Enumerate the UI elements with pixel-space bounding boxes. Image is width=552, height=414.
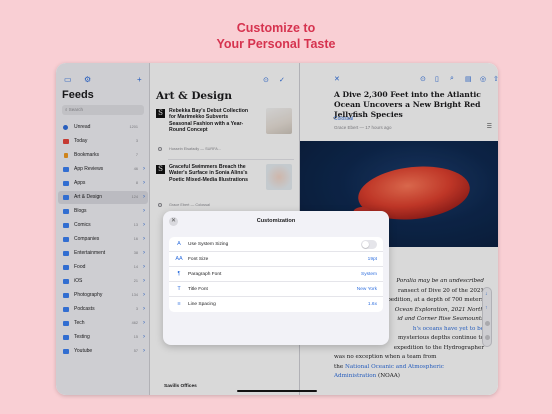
home-indicator xyxy=(237,390,317,392)
font-size-row[interactable]: AA Font Size 19pt xyxy=(169,252,383,267)
row-label: Title Font xyxy=(188,287,208,292)
row-label: Line Spacing xyxy=(188,302,216,307)
row-label: Use System Sizing xyxy=(188,242,229,247)
row-label: Font Size xyxy=(188,257,209,262)
row-label: Paragraph Font xyxy=(188,272,222,277)
title-font-icon: T xyxy=(177,286,181,292)
customization-options: A Use System Sizing AA Font Size 19pt ¶ … xyxy=(169,237,383,312)
system-sizing-toggle[interactable] xyxy=(361,240,377,249)
line-spacing-icon: ≡ xyxy=(177,301,181,307)
row-value: System xyxy=(361,272,377,277)
customization-sheet: ✕ Customization A Use System Sizing AA F… xyxy=(163,211,389,345)
system-sizing-icon: A xyxy=(177,241,181,247)
use-system-sizing-row[interactable]: A Use System Sizing xyxy=(169,237,383,252)
paragraph-font-row[interactable]: ¶ Paragraph Font System xyxy=(169,267,383,282)
headline-line-1: Customize to xyxy=(236,21,316,35)
row-value: 19pt xyxy=(367,257,377,262)
sheet-title: Customization xyxy=(256,218,296,224)
ipad-screen: 9:41 Fri Aug 13 100% ▬ ▭ ⚙ + Feeds ⌕ Sea… xyxy=(56,63,498,395)
paragraph-icon: ¶ xyxy=(177,271,181,277)
line-spacing-row[interactable]: ≡ Line Spacing 1.6x xyxy=(169,297,383,312)
row-value: 1.6x xyxy=(367,302,377,307)
font-size-icon: AA xyxy=(175,256,183,262)
headline: Customize to Your Personal Taste xyxy=(0,20,552,52)
row-value: New York xyxy=(356,287,377,292)
title-font-row[interactable]: T Title Font New York xyxy=(169,282,383,297)
toggle-knob xyxy=(362,241,369,248)
headline-line-2: Your Personal Taste xyxy=(216,37,336,51)
